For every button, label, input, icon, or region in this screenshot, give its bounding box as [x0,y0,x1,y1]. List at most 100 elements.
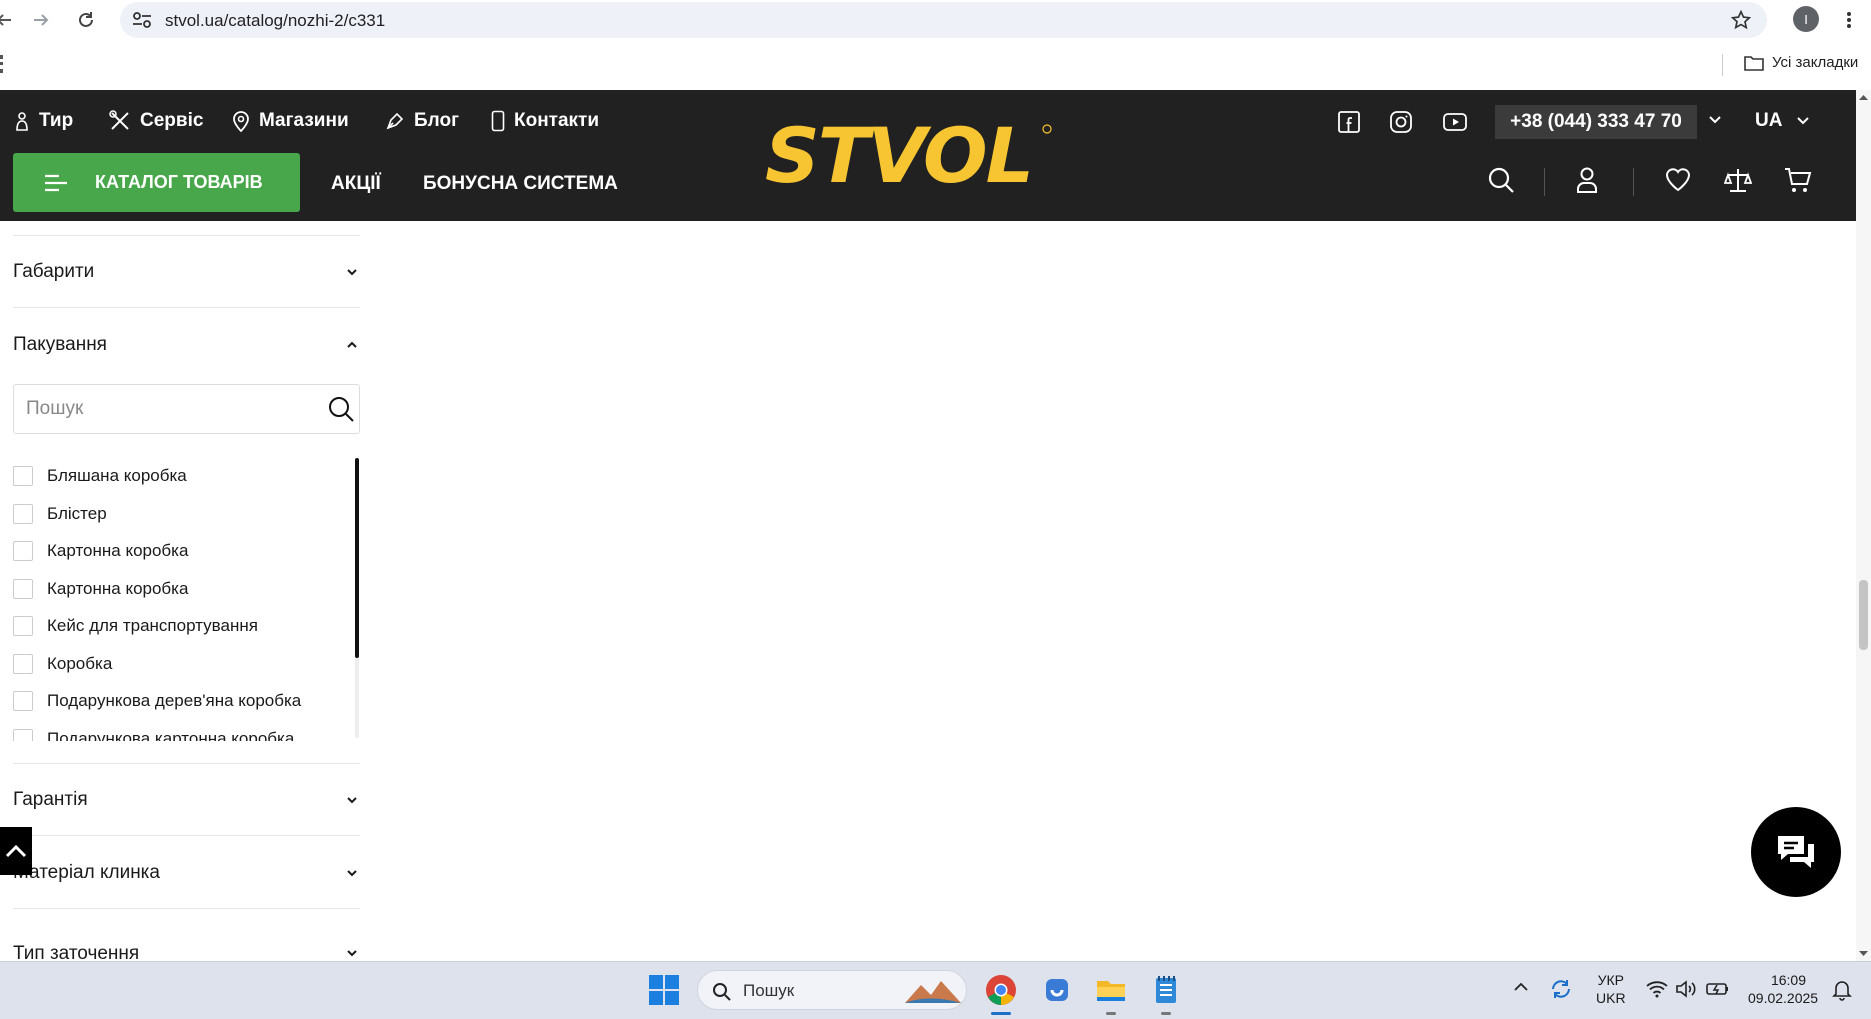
youtube-icon [1443,113,1467,131]
option-label: Картонна коробка [47,579,189,598]
wishlist-button[interactable] [1664,166,1692,192]
back-button[interactable] [0,6,18,34]
search-icon [713,983,731,1001]
checkbox[interactable] [13,654,33,674]
clock[interactable]: 16:09 09.02.2025 [1748,971,1818,1007]
filter-packaging-label: Пакування [13,334,107,355]
target-figure-icon [16,112,28,131]
option-cardboard-box[interactable]: Картонна коробка [13,541,188,561]
taskbar-app[interactable] [1041,974,1073,1006]
url-text[interactable]: stvol.ua/catalog/nozhi-2/c331 [165,11,385,31]
search-button[interactable] [1487,166,1515,194]
nav-contacts-label: Контакти [514,110,600,131]
packaging-search-input[interactable] [26,395,306,423]
notifications-button[interactable] [1832,979,1852,1001]
chevron-down-icon [1709,116,1721,124]
chrome-icon [986,975,1016,1005]
nav-shops[interactable]: Магазини [232,110,349,132]
windows-taskbar: Пошук УКР UKR 16:09 09.02.2025 [0,961,1871,1019]
nav-tir-label: Тир [39,110,74,131]
taskbar-file-explorer[interactable] [1095,974,1127,1015]
option-gift-wooden-box[interactable]: Подарункова дерев'яна коробка [13,691,301,711]
stvol-logo[interactable]: STVOL [765,117,1065,207]
nav-contacts[interactable]: Контакти [491,110,599,132]
volume-status[interactable] [1675,980,1697,998]
phone-number[interactable]: +38 (044) 333 47 70 [1495,105,1697,139]
taskbar-chrome[interactable] [985,974,1017,1015]
facebook-link[interactable] [1337,110,1363,136]
chat-button[interactable] [1751,807,1841,897]
input-language-bottom: UKR [1596,990,1626,1006]
taskbar-notepad[interactable] [1150,974,1182,1015]
checkbox[interactable] [13,729,33,741]
reload-button[interactable] [72,6,100,34]
profile-avatar[interactable]: I [1793,6,1819,32]
youtube-link[interactable] [1442,110,1468,136]
folder-icon [1744,55,1764,71]
wifi-status[interactable] [1646,980,1668,998]
account-button[interactable] [1575,166,1599,194]
instagram-link[interactable] [1389,110,1415,136]
app-icon [1046,979,1068,1001]
packaging-options-list[interactable]: Бляшана коробка Блістер Картонна коробка… [13,461,360,741]
scales-icon [1724,169,1752,192]
address-bar[interactable]: stvol.ua/catalog/nozhi-2/c331 [120,2,1767,38]
filter-dimensions[interactable]: Габарити [13,236,360,308]
checkbox[interactable] [13,579,33,599]
browser-menu-button[interactable] [1843,8,1855,32]
phone-dropdown-chevron[interactable] [1708,115,1722,125]
chevron-up-icon [347,341,357,348]
site-header: Тир Сервіс Магазини Блог Контакти STVOL … [0,90,1856,221]
list-scrollbar-thumb[interactable] [355,458,359,658]
option-label: Кейс для транспортування [47,616,258,635]
forward-button[interactable] [27,6,55,34]
option-cardboard-box-2[interactable]: Картонна коробка [13,579,188,599]
checkbox[interactable] [13,504,33,524]
checkbox[interactable] [13,616,33,636]
page-scrollbar-thumb[interactable] [1859,580,1868,650]
sync-tray-button[interactable] [1549,977,1573,1001]
svg-text:STVOL: STVOL [765,117,1032,200]
nav-service[interactable]: Сервіс [109,110,203,132]
menu-promotions[interactable]: АКЦІЇ [331,173,381,195]
start-button[interactable] [648,974,680,1006]
option-gift-cardboard-box[interactable]: Подарункова картонна коробка [13,729,294,741]
wifi-icon [1646,981,1668,998]
all-bookmarks-button[interactable]: Усі закладки [1744,54,1858,71]
scroll-to-top-button[interactable] [0,827,32,875]
page-scrollbar-track[interactable] [1856,90,1871,961]
option-blister[interactable]: Блістер [13,504,107,524]
option-tin-box[interactable]: Бляшана коробка [13,466,187,486]
filter-blade-material[interactable]: Матеріал клинка [13,837,360,909]
filter-warranty-label: Гарантія [13,788,88,810]
chevron-down-icon [347,869,357,876]
checkbox[interactable] [13,541,33,561]
compare-button[interactable] [1724,166,1752,194]
bookmark-star-icon[interactable] [1731,10,1751,30]
filter-warranty[interactable]: Гарантія [13,764,360,836]
battery-status[interactable] [1706,981,1730,997]
nav-tir[interactable]: Тир [14,110,73,132]
checkbox[interactable] [13,466,33,486]
packaging-search[interactable] [13,384,360,434]
instagram-icon [1390,111,1412,133]
apps-grip-icon [0,55,3,73]
heart-icon [1665,168,1691,192]
language-selector[interactable]: UA [1755,110,1810,132]
divider [1544,168,1545,196]
cart-button[interactable] [1784,166,1812,194]
option-box[interactable]: Коробка [13,654,112,674]
catalog-button[interactable]: КАТАЛОГ ТОВАРІВ [13,153,300,212]
input-language[interactable]: УКР UKR [1596,971,1626,1007]
option-label: Подарункова картонна коробка [47,729,295,741]
checkbox[interactable] [13,691,33,711]
taskbar-search-label: Пошук [743,981,795,1000]
taskbar-search[interactable]: Пошук [697,970,967,1010]
show-hidden-icons-button[interactable] [1513,982,1529,992]
filter-packaging[interactable]: Пакування [13,309,360,381]
search-icon[interactable] [327,395,355,423]
menu-bonus-system[interactable]: БОНУСНА СИСТЕМА [423,173,618,195]
nav-blog[interactable]: Блог [385,110,459,132]
chevron-down-icon [347,950,357,957]
option-transport-case[interactable]: Кейс для транспортування [13,616,258,636]
